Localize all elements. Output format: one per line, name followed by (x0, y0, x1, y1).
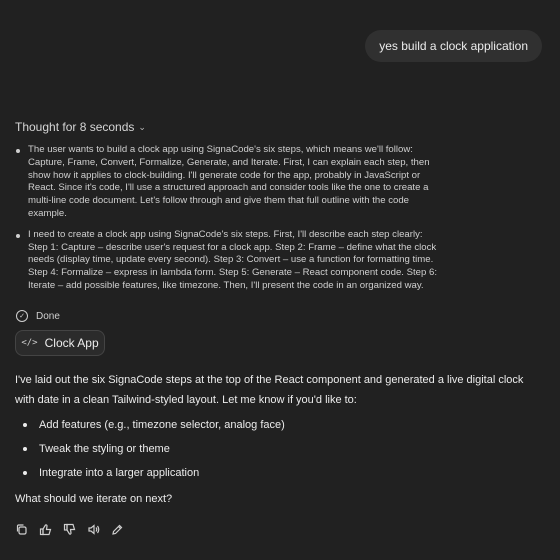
thought-item: I need to create a clock app using Signa… (16, 229, 442, 293)
bullet-icon (16, 149, 20, 153)
list-item-text: Tweak the styling or theme (39, 443, 170, 455)
thought-list: The user wants to build a clock app usin… (16, 144, 442, 301)
bullet-icon (23, 423, 27, 427)
list-item-text: Integrate into a larger application (39, 467, 200, 479)
chevron-down-icon: ⌄ (138, 121, 146, 132)
canvas-open-button[interactable]: </> Clock App (15, 330, 105, 356)
code-icon: </> (21, 338, 38, 348)
done-label: Done (36, 310, 60, 322)
bullet-icon (23, 447, 27, 451)
canvas-label: Clock App (44, 336, 99, 350)
list-item-text: Add features (e.g., timezone selector, a… (39, 419, 285, 431)
read-aloud-icon[interactable] (86, 522, 100, 536)
bullet-icon (16, 233, 20, 238)
response-closing: What should we iterate on next? (15, 493, 173, 505)
list-item: Tweak the styling or theme (15, 439, 545, 459)
thought-toggle-label: Thought for 8 seconds (15, 120, 135, 134)
user-message-bubble: yes build a clock application (365, 30, 542, 62)
message-action-bar (14, 522, 124, 536)
thumbs-down-icon[interactable] (62, 522, 76, 536)
thought-text: I need to create a clock app using Signa… (28, 228, 438, 291)
thought-text: The user wants to build a clock app usin… (28, 144, 430, 219)
thought-done-status: ✓ Done (16, 310, 60, 322)
response-intro: I've laid out the six SignaCode steps at… (15, 374, 524, 406)
response-bullet-list: Add features (e.g., timezone selector, a… (15, 415, 545, 483)
copy-icon[interactable] (14, 522, 28, 536)
list-item: Add features (e.g., timezone selector, a… (15, 415, 545, 435)
edit-icon[interactable] (110, 522, 124, 536)
bullet-icon (23, 471, 27, 475)
thought-toggle[interactable]: Thought for 8 seconds ⌄ (15, 120, 146, 134)
thought-item: The user wants to build a clock app usin… (16, 144, 442, 221)
assistant-response: I've laid out the six SignaCode steps at… (15, 370, 545, 509)
check-circle-icon: ✓ (16, 310, 28, 322)
list-item: Integrate into a larger application (15, 463, 545, 483)
thumbs-up-icon[interactable] (38, 522, 52, 536)
